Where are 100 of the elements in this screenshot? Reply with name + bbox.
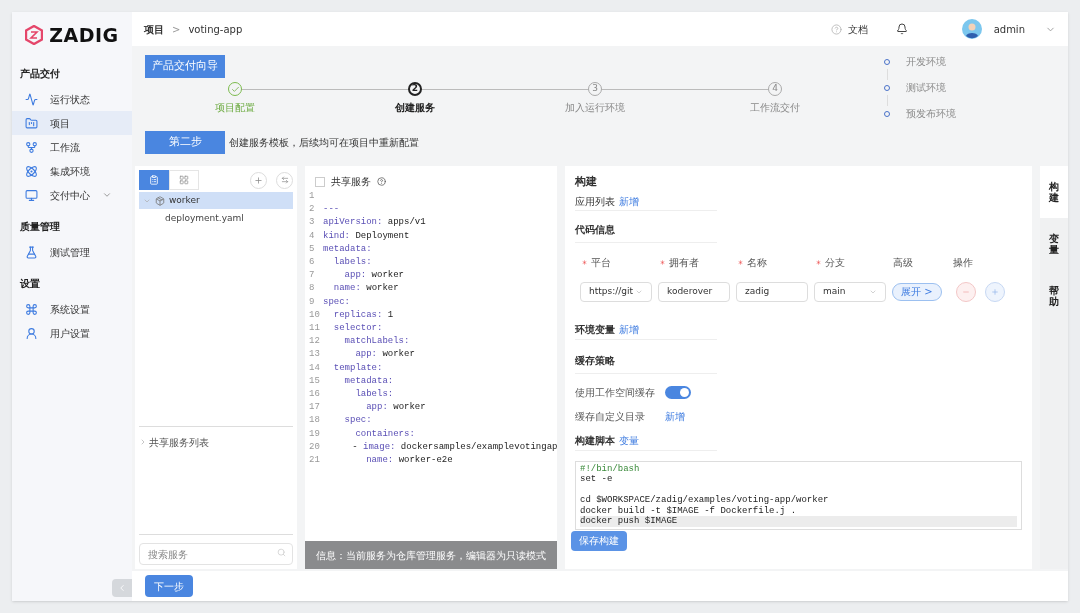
sidebar-item[interactable]: 测试管理 <box>12 240 132 264</box>
line-number: 1 <box>309 190 316 203</box>
code-line: labels: <box>354 388 394 402</box>
line-number: 8 <box>309 282 316 296</box>
code-line: template: <box>332 361 383 375</box>
remove-button[interactable] <box>955 281 976 302</box>
line-number: 2 <box>309 203 316 217</box>
user-name[interactable]: admin <box>993 21 1025 37</box>
select-field[interactable]: https://git <box>580 281 652 302</box>
code-line: spec: <box>343 414 372 428</box>
plus-icon <box>990 287 999 296</box>
expand-button[interactable]: 展开 > <box>892 282 942 301</box>
breadcrumb-item: voting-app <box>188 22 243 37</box>
help-icon <box>830 23 842 35</box>
step-label: 加入运行环境 <box>565 101 625 115</box>
sidebar-item[interactable]: 交付中心 <box>12 183 132 207</box>
step-badge: 第二步 <box>145 131 225 154</box>
sidebar-item[interactable]: 集成环境 <box>12 159 132 183</box>
user-icon <box>25 326 38 340</box>
folder-icon <box>25 116 38 130</box>
add-link[interactable]: 新增 <box>619 193 639 209</box>
line-number: 11 <box>309 322 321 336</box>
code-line: spec: <box>323 295 350 309</box>
side-tab[interactable]: 变量 <box>1040 218 1068 270</box>
script-line: set -e <box>580 474 613 484</box>
step-label: 项目配置 <box>215 101 255 115</box>
wizard-title: 产品交付向导 <box>145 55 225 78</box>
add-button[interactable] <box>984 281 1005 302</box>
variables-link[interactable]: 变量 <box>619 432 639 448</box>
line-number: 18 <box>309 414 321 428</box>
plus-icon <box>254 175 263 185</box>
script-editor[interactable]: #!/bin/bash set -e cd $WORKSPACE/zadig/examples/voting-app/worker docker build -t $IMAGE -f Dockerfile.j . docker push $IMAGE <box>575 460 1022 530</box>
add-link[interactable]: 新增 <box>619 321 639 337</box>
view-tab[interactable] <box>139 170 169 190</box>
section-label: 环境变量 <box>575 322 615 337</box>
tree-item[interactable]: deployment.yaml <box>139 209 293 228</box>
section-title: 设置 <box>19 277 41 291</box>
tree-item[interactable]: worker <box>139 192 293 209</box>
docs-link[interactable]: 文档 <box>847 21 868 37</box>
brand-name: ZADIG <box>49 22 119 48</box>
column-label: 操作 <box>953 255 973 270</box>
sidebar-item[interactable]: 系统设置 <box>12 297 132 321</box>
line-number: 3 <box>309 216 316 230</box>
sidebar-item[interactable]: 运行状态 <box>12 87 132 111</box>
chevron-left-icon <box>117 583 127 593</box>
script-line: docker push $IMAGE <box>580 516 678 526</box>
package-icon <box>155 195 165 206</box>
sidebar-item[interactable]: 项目 <box>12 111 132 135</box>
section-label: 代码信息 <box>575 223 615 235</box>
atom-icon <box>25 164 38 178</box>
code-line: matchLabels: <box>343 335 410 349</box>
code-line: --- <box>323 203 340 217</box>
bell-icon[interactable] <box>895 23 908 35</box>
avatar-icon[interactable] <box>961 19 982 39</box>
step-hint: 创建服务模板，后续均可在项目中重新配置 <box>229 136 419 150</box>
line-number: 12 <box>309 335 321 349</box>
environment-label: 预发布环境 <box>906 107 956 121</box>
field-label: 缓存自定义目录 <box>575 409 646 424</box>
line-number: 5 <box>309 242 316 256</box>
environment-label: 测试环境 <box>906 81 946 95</box>
line-number: 19 <box>309 427 321 441</box>
sidebar-item[interactable]: 工作流 <box>12 135 132 159</box>
step-label: 创建服务 <box>395 101 435 115</box>
side-tab[interactable]: 帮助 <box>1040 270 1068 322</box>
script-line: cd $WORKSPACE/zadig/examples/voting-app/worker <box>580 495 829 505</box>
branch-icon <box>25 140 38 154</box>
readonly-notice: 信息：当前服务为仓库管理服务，编辑器为只读模式 <box>305 541 557 569</box>
column-label: 高级 <box>893 255 913 270</box>
shared-checkbox[interactable] <box>315 176 325 187</box>
step-number: 3 <box>588 82 602 96</box>
step-label: 工作流交付 <box>750 101 800 115</box>
breadcrumb-separator: > <box>172 22 181 37</box>
build-title: 构建 <box>575 174 598 190</box>
section-label: 构建脚本 <box>575 433 615 448</box>
side-tab[interactable]: 构建 <box>1040 166 1068 218</box>
code-line: metadata: <box>343 374 394 388</box>
search-field[interactable]: 搜索服务 <box>139 543 293 565</box>
code-line: app: worker <box>354 348 415 362</box>
sidebar-item[interactable]: 用户设置 <box>12 321 132 345</box>
workspace-cache-toggle[interactable] <box>665 385 691 399</box>
section-title: 产品交付 <box>19 67 61 81</box>
code-line: name: worker-e2e <box>365 454 453 468</box>
next-button[interactable]: 下一步 <box>145 575 193 597</box>
code-line: containers: <box>354 427 415 441</box>
collapse-button[interactable] <box>112 579 132 597</box>
shared-label: 共享服务 <box>331 175 371 189</box>
environment-label: 开发环境 <box>906 55 946 69</box>
clipboard-icon <box>149 175 159 185</box>
step-number: 2 <box>408 82 422 96</box>
line-number: 7 <box>309 269 316 283</box>
select-field[interactable]: main <box>814 281 886 302</box>
add-link[interactable]: 新增 <box>665 408 685 424</box>
code-line: name: worker <box>332 282 399 296</box>
input-field[interactable]: koderover <box>658 281 730 302</box>
search-icon <box>277 547 286 557</box>
line-number: 21 <box>309 454 321 468</box>
shared-list-toggle[interactable]: 共享服务列表 <box>139 434 293 450</box>
monitor-icon <box>25 188 38 202</box>
breadcrumb-item[interactable]: 项目 <box>144 21 164 37</box>
input-field[interactable]: zadig <box>736 281 808 302</box>
